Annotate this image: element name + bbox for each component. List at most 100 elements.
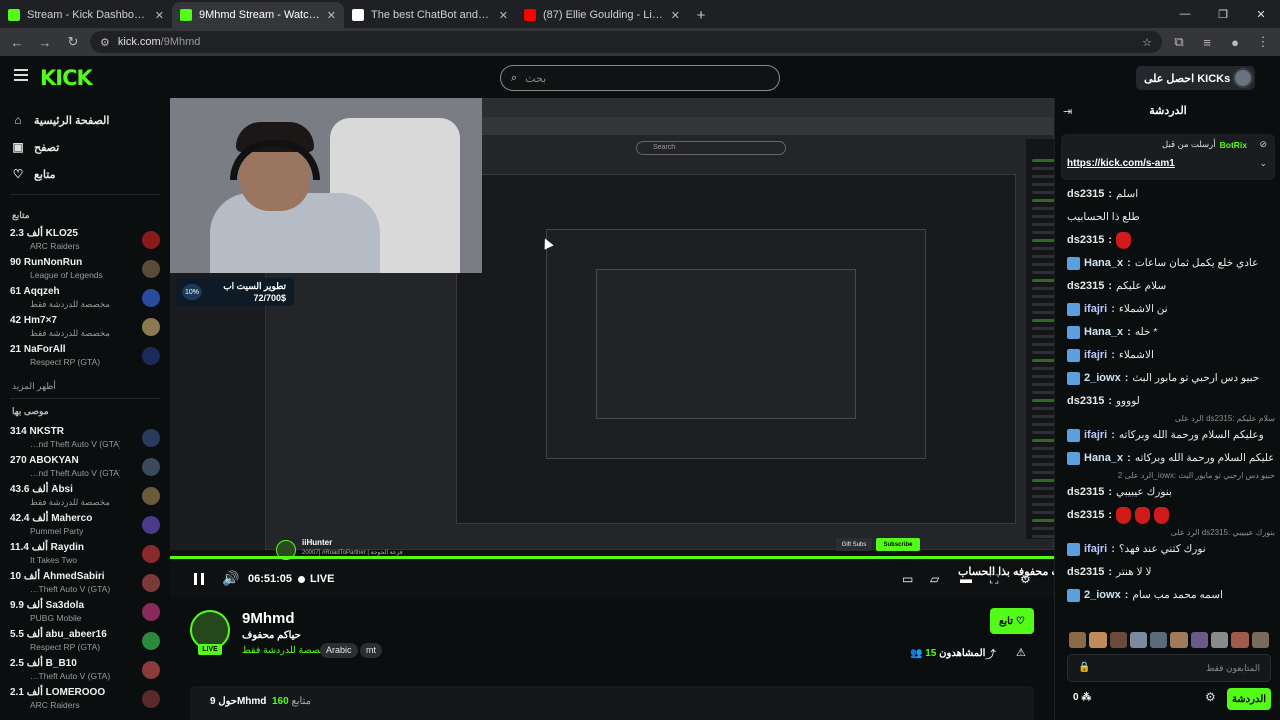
channel-viewers: 314 [10,426,27,437]
bookmark-star-icon[interactable]: ☆ [1142,36,1152,49]
chat-message: ifajri: الاشملاء [1067,345,1273,365]
chat-username[interactable]: ifajri [1084,543,1107,555]
report-icon[interactable]: ⚠ [1016,646,1026,659]
sidebar-channel[interactable]: 270 ABOKYAN …nd Theft Auto V (GTA) [10,453,162,481]
clip-icon[interactable]: ▱ [930,572,939,586]
emote-thumb-icon[interactable] [1251,632,1269,648]
user-avatar[interactable] [1233,68,1253,88]
chat-input[interactable]: 🔒 المتابعون فقط [1067,654,1271,682]
close-icon[interactable]: ✕ [1242,0,1280,28]
sidebar-channel[interactable]: 5.5 ألف abu_abeer16 Respect RP (GTA) [10,627,162,655]
emote-thumb-icon[interactable] [1109,632,1127,648]
chevron-down-icon[interactable]: ⌄ [1259,158,1267,169]
stream-category[interactable]: مخصصة للدردشة فقط [242,645,331,656]
sidebar-channel[interactable]: 42.4 ألف Maherco Pummel Party [10,511,162,539]
sidebar-channel[interactable]: 11.4 ألف Raydin It Takes Two [10,540,162,568]
sidebar-channel[interactable]: 10 ألف AhmedSabiri …Theft Auto V (GTA) [10,569,162,597]
sidebar-channel[interactable]: 2.5 ألف B_B10 …Theft Auto V (GTA) [10,656,162,684]
channel-name: 270 ABOKYAN [10,455,79,466]
video-player[interactable]: Search 10% تطوير السيت اب 72/700$ iiHunt… [170,98,1054,598]
pip-icon[interactable]: ▭ [902,572,913,586]
chat-username[interactable]: ds2315 [1067,234,1104,246]
browser-tab[interactable]: (87) Ellie Goulding - Lights (Lyri ✕ [516,2,688,28]
chat-username[interactable]: ds2315 [1067,280,1104,292]
chat-username[interactable]: ifajri [1084,429,1107,441]
pinned-link[interactable]: https://kick.com/s-am1 [1067,158,1175,169]
browser-tab[interactable]: The best ChatBot and Widgets ✕ [344,2,516,28]
chat-settings-icon[interactable]: ⚙ [1205,690,1216,704]
browser-tab[interactable]: 9Mhmd Stream - Watch Live ✕ [172,2,344,28]
progress-bar[interactable] [170,556,1054,559]
chat-username[interactable]: ds2315 [1067,486,1104,498]
chat-username[interactable]: 2_iowx [1084,372,1121,384]
tab-close-icon[interactable]: ✕ [155,9,164,22]
channel-category: مخصصة للدردشة فقط [30,299,110,309]
site-info-icon[interactable]: ⚙ [100,36,110,49]
chat-username[interactable]: ifajri [1084,303,1107,315]
profile-icon[interactable]: ● [1224,31,1246,53]
browser-tab[interactable]: Stream - Kick Dashboard ✕ [0,2,172,28]
sidebar-nav-item[interactable]: ▣ تصفح [12,137,59,157]
tab-close-icon[interactable]: ✕ [499,9,508,22]
emote-thumb-icon[interactable] [1069,632,1087,648]
sidebar-channel[interactable]: 9.9 ألف Sa3dola PUBG Mobile [10,598,162,626]
sidebar-channel[interactable]: 2.3 ألف KLO25 ARC Raiders [10,226,162,254]
restore-icon[interactable]: ❐ [1204,0,1242,28]
new-tab-icon[interactable]: + [688,2,714,28]
channel-category: مخصصة للدردشة فقط [30,497,110,507]
chat-username[interactable]: Hana_x [1084,326,1123,338]
emote-thumb-icon[interactable] [1129,632,1148,648]
streamer-name[interactable]: 9Mhmd [242,610,295,627]
emote-thumb-icon[interactable] [1170,632,1188,648]
chat-username[interactable]: Hana_x [1084,257,1123,269]
points-counter[interactable]: 0 ⁂ [1073,692,1091,703]
unpin-icon[interactable]: ⊘ [1259,139,1267,150]
channel-username: abu_abeer16 [45,629,107,640]
forward-icon[interactable]: → [34,31,56,53]
show-more-link[interactable]: أظهر المزيد [12,381,56,392]
share-icon[interactable]: ⤴ [985,646,996,662]
pause-icon[interactable] [194,573,204,585]
chat-username[interactable]: ds2315 [1067,395,1104,407]
follow-button[interactable]: تابع ♡ [990,608,1034,634]
emote-thumb-icon[interactable] [1150,632,1168,648]
tag-mt[interactable]: mt [360,643,382,658]
chat-username[interactable]: ds2315 [1067,566,1104,578]
emote-thumb-icon[interactable] [1089,632,1107,648]
chat-username[interactable]: ds2315 [1067,509,1104,521]
chat-username[interactable]: Hana_x [1084,452,1123,464]
sidebar-channel[interactable]: 42 Hm7×7 مخصصة للدردشة فقط [10,313,162,341]
browser-menu-icon[interactable]: ⋮ [1252,31,1274,53]
back-icon[interactable]: ← [6,31,28,53]
sidebar-nav-item[interactable]: ⌂ الصفحة الرئيسية [12,110,109,130]
boxing-glove-emote-icon [1153,506,1169,524]
chat-username[interactable]: ds2315 [1067,188,1104,200]
sidebar-nav-item[interactable]: ♡ متابع [12,164,56,184]
chat-message: ifajri: نورك كتني عند فهد؟ [1067,539,1273,559]
minimize-icon[interactable]: — [1166,0,1204,28]
sidebar-channel[interactable]: 21 NaForAll Respect RP (GTA) [10,342,162,370]
sidebar-channel[interactable]: 2.1 ألف LOMEROOO ARC Raiders [10,685,162,713]
emote-thumb-icon[interactable] [1231,632,1249,648]
tab-close-icon[interactable]: ✕ [327,9,336,22]
sidebar-channel[interactable]: 61 Aqqzeh مخصصة للدردشة فقط [10,284,162,312]
volume-icon[interactable]: 🔊 [222,570,239,587]
reload-icon[interactable]: ↻ [62,31,84,53]
chat-username[interactable]: 2_iowx [1084,589,1121,601]
pinned-message[interactable]: ⊘ أرسلت من قبل BotRix https://kick.com/s… [1061,134,1275,180]
send-chat-button[interactable]: الدردشة [1227,688,1271,710]
tag-arabic[interactable]: Arabic [320,643,358,658]
media-icon[interactable]: ≡ [1196,31,1218,53]
sidebar-channel[interactable]: 90 RunNonRun League of Legends [10,255,162,283]
emote-thumb-icon[interactable] [1211,632,1229,648]
kick-logo[interactable]: KICK [40,66,93,90]
search-input[interactable]: ⌕ بحث [500,65,780,91]
sidebar-channel[interactable]: 314 NKSTR …nd Theft Auto V (GTA) [10,424,162,452]
extensions-icon[interactable]: ⧉ [1168,31,1190,53]
menu-icon[interactable] [14,69,28,81]
url-field[interactable]: ⚙ kick.com/9Mhmd ☆ [90,31,1162,53]
tab-close-icon[interactable]: ✕ [671,9,680,22]
emote-thumb-icon[interactable] [1190,632,1209,648]
sidebar-channel[interactable]: 43.6 ألف Absi مخصصة للدردشة فقط [10,482,162,510]
chat-username[interactable]: ifajri [1084,349,1107,361]
